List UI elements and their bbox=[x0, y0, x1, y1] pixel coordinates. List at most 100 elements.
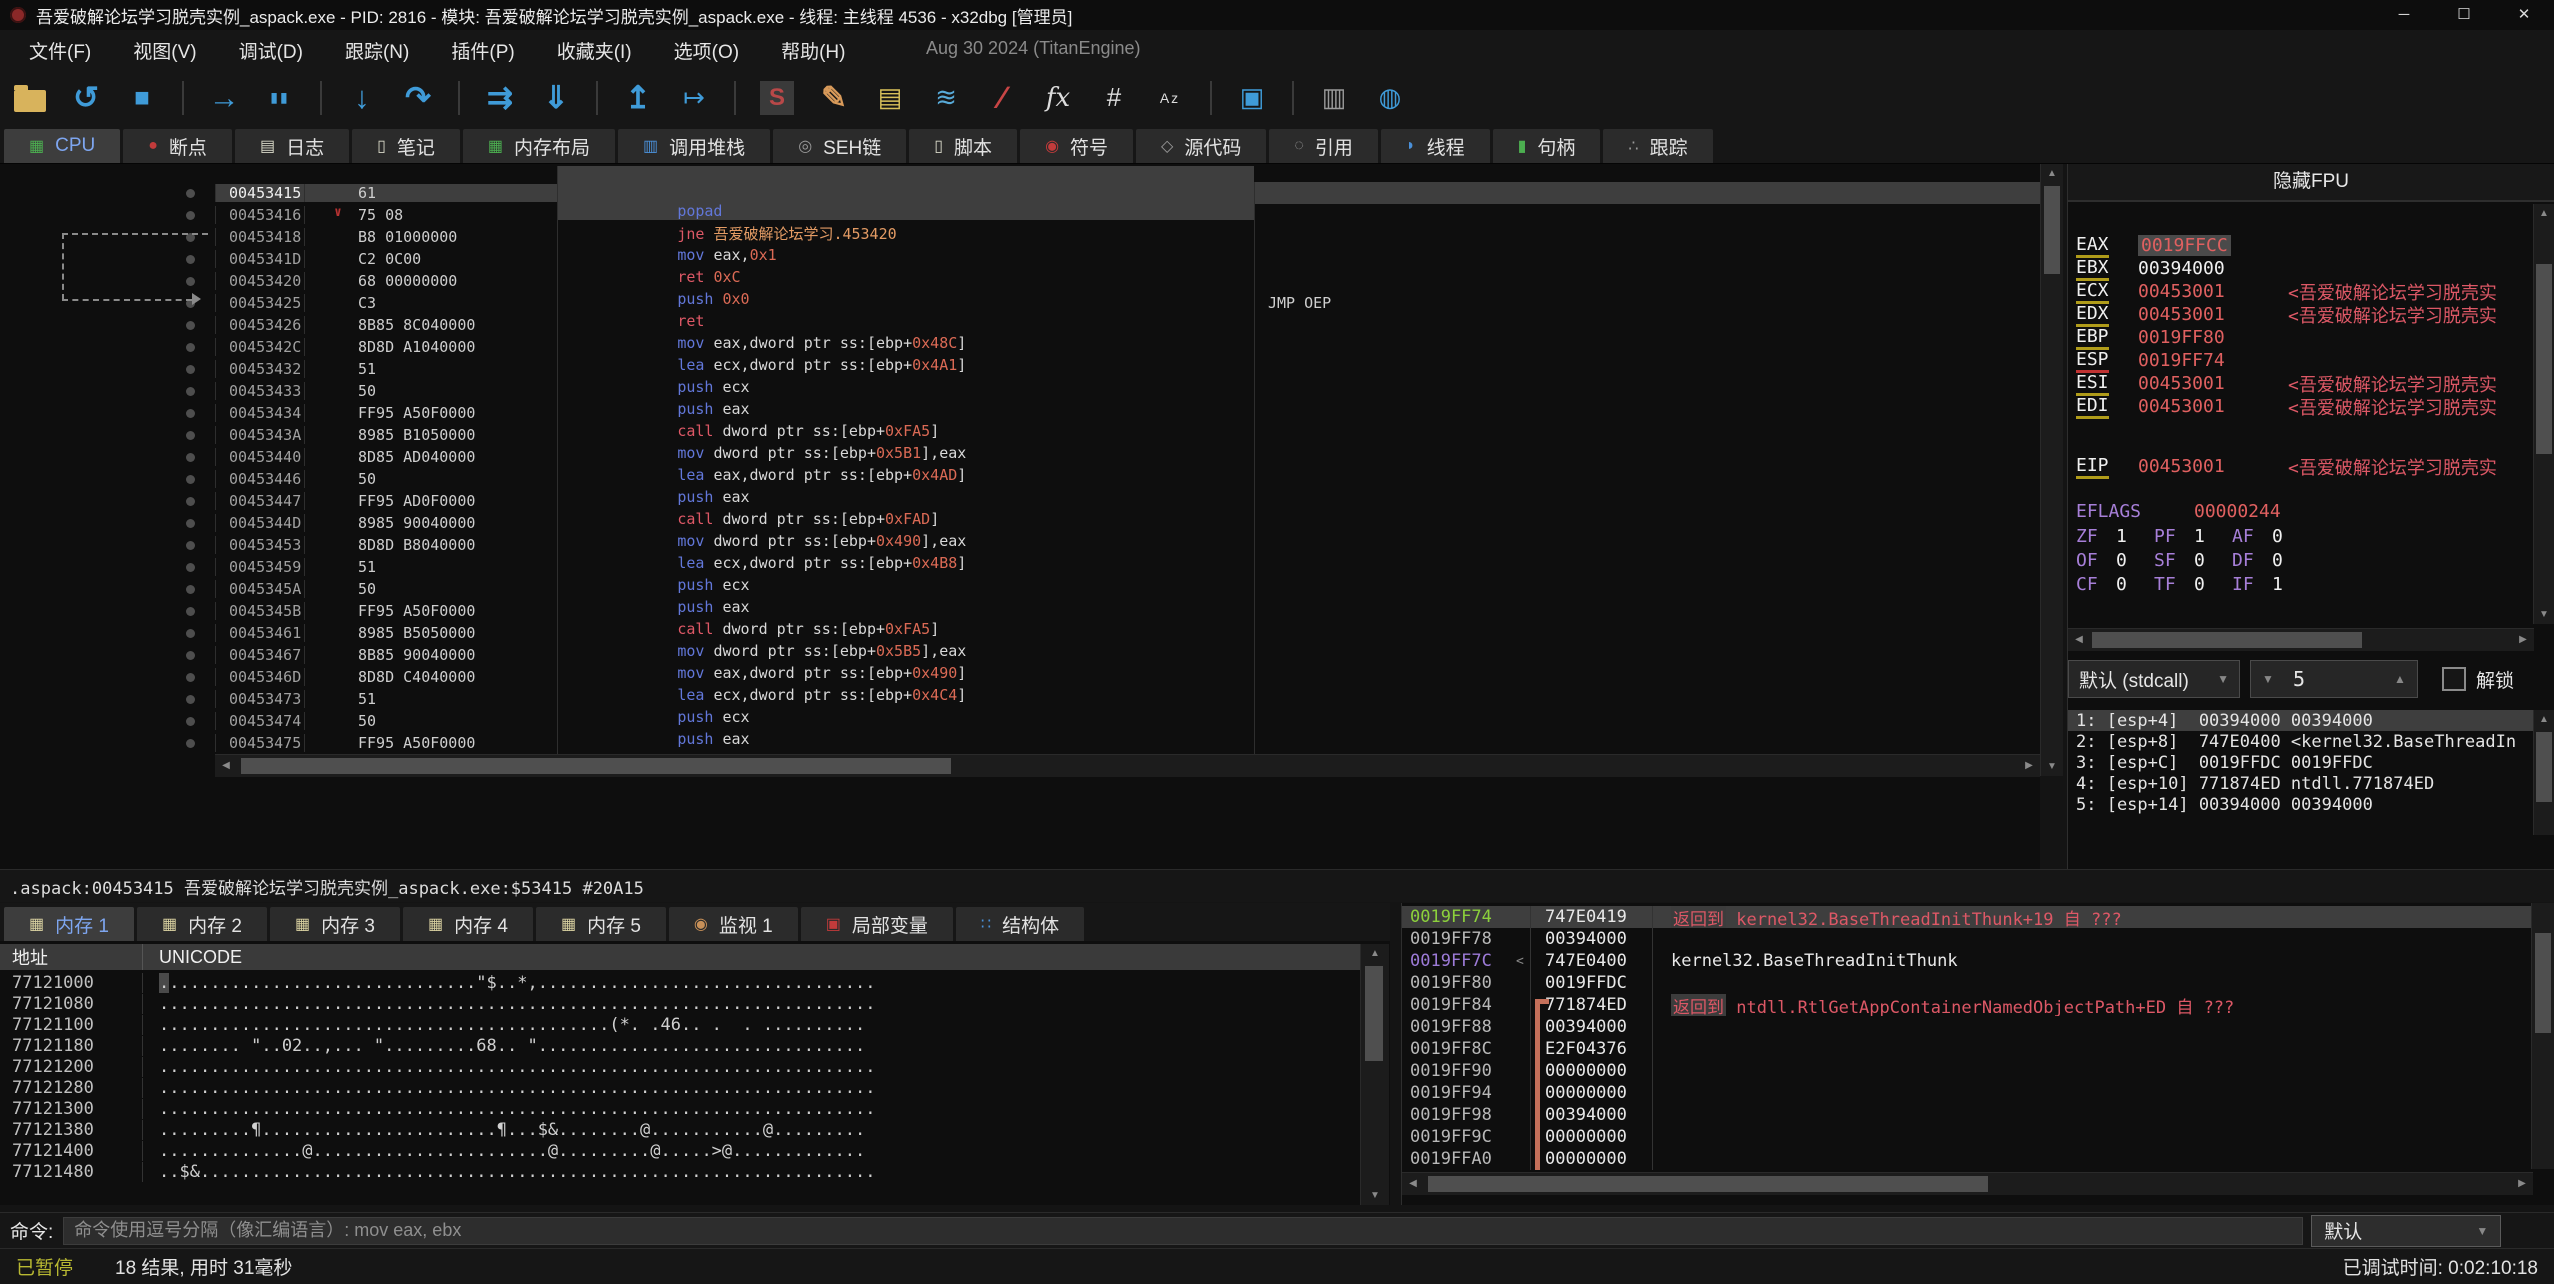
tab-dump-3[interactable]: ▦ 内存 3 bbox=[269, 907, 400, 941]
highlight-icon[interactable]: ∕ bbox=[986, 77, 1018, 119]
stack-row[interactable]: 0019FF78 00394000 bbox=[1402, 928, 2533, 950]
breakpoint-dot[interactable] bbox=[186, 365, 195, 374]
stack-row[interactable]: 0019FF94 00000000 bbox=[1402, 1082, 2533, 1104]
tab-dump-4[interactable]: ▦ 内存 4 bbox=[402, 907, 533, 941]
tab-seh[interactable]: ◎ SEH链 bbox=[773, 129, 907, 163]
breakpoint-dot[interactable] bbox=[186, 497, 195, 506]
separator[interactable] bbox=[734, 80, 736, 115]
scroll-up-icon[interactable]: ▲ bbox=[2041, 168, 2063, 179]
breakpoint-dot[interactable] bbox=[186, 519, 195, 528]
execute-till-return-icon[interactable]: ↥ bbox=[622, 77, 654, 119]
menu-view[interactable]: 视图(V) bbox=[112, 37, 217, 64]
argument-row[interactable]: 1: [esp+4] 00394000 00394000 bbox=[2068, 710, 2533, 731]
memory-row[interactable]: 77121300 ...............................… bbox=[0, 1098, 1360, 1119]
scroll-thumb[interactable] bbox=[241, 758, 951, 774]
restart-icon[interactable]: ↺ bbox=[70, 77, 102, 119]
argument-row[interactable]: 2: [esp+8] 747E0400 <kernel32.BaseThread… bbox=[2068, 731, 2533, 752]
register-row[interactable]: EBX 00394000 bbox=[2068, 257, 2528, 281]
breakpoint-dot[interactable] bbox=[186, 189, 195, 198]
args-vscrollbar[interactable]: ▲ bbox=[2533, 710, 2554, 835]
breakpoint-dot[interactable] bbox=[186, 717, 195, 726]
spin-down-icon[interactable]: ▼ bbox=[2251, 672, 2285, 686]
stack-row[interactable]: 0019FF98 00394000 bbox=[1402, 1104, 2533, 1126]
stack-hscrollbar[interactable]: ◀ ▶ bbox=[1402, 1172, 2533, 1195]
breakpoint-dot[interactable] bbox=[186, 277, 195, 286]
menu-file[interactable]: 文件(F) bbox=[8, 37, 112, 64]
breakpoint-dot[interactable] bbox=[186, 409, 195, 418]
scroll-down-icon[interactable]: ▼ bbox=[1361, 1190, 1389, 1201]
scroll-right-icon[interactable]: ▶ bbox=[2018, 755, 2040, 777]
scroll-down-icon[interactable]: ▼ bbox=[2534, 609, 2554, 620]
breakpoint-dot[interactable] bbox=[186, 739, 195, 748]
run-icon[interactable]: → bbox=[208, 77, 240, 119]
tab-script[interactable]: ▯ 脚本 bbox=[909, 129, 1018, 163]
argument-row[interactable]: 5: [esp+14] 00394000 00394000 bbox=[2068, 794, 2533, 815]
separator[interactable] bbox=[320, 80, 322, 115]
scroll-thumb[interactable] bbox=[2535, 933, 2551, 1033]
comment-icon[interactable]: ▤ bbox=[874, 77, 906, 119]
memory-row[interactable]: 77121180 ........ "..02..,... ".........… bbox=[0, 1035, 1360, 1056]
tab-log[interactable]: ▤ 日志 bbox=[234, 129, 350, 163]
register-row[interactable]: ECX 00453001 <吾爱破解论坛学习脱壳实 bbox=[2068, 280, 2528, 304]
open-file-icon[interactable] bbox=[14, 84, 46, 112]
stack-row[interactable]: 0019FF88 00394000 bbox=[1402, 1016, 2533, 1038]
text-size-icon[interactable]: Az bbox=[1154, 77, 1186, 119]
breakpoint-dot[interactable] bbox=[186, 211, 195, 220]
memory-columns-icon[interactable]: ▥ bbox=[1318, 77, 1350, 119]
breakpoint-dot[interactable] bbox=[186, 255, 195, 264]
calling-convention-select[interactable]: 默认 (stdcall) ▼ bbox=[2068, 660, 2240, 698]
memory-row[interactable]: 77121080 ...............................… bbox=[0, 993, 1360, 1014]
register-row[interactable]: ESP 0019FF74 bbox=[2068, 349, 2528, 373]
pause-icon[interactable]: ▮▮ bbox=[264, 77, 296, 119]
menu-options[interactable]: 选项(O) bbox=[653, 37, 760, 64]
breakpoint-dot[interactable] bbox=[186, 321, 195, 330]
unicode-column-header[interactable]: UNICODE bbox=[142, 944, 1360, 970]
tab-memory-map[interactable]: ▦ 内存布局 bbox=[462, 129, 616, 163]
argument-row[interactable]: 4: [esp+10] 771874ED ntdll.771874ED bbox=[2068, 773, 2533, 794]
tab-call-stack[interactable]: ▥ 调用堆栈 bbox=[618, 129, 771, 163]
tab-source[interactable]: ◇ 源代码 bbox=[1136, 129, 1267, 163]
assemble-icon[interactable]: ✎ bbox=[818, 77, 850, 119]
stack-row[interactable]: 0019FF74 747E0419 返回到 kernel32.BaseThrea… bbox=[1402, 906, 2533, 928]
separator[interactable] bbox=[596, 80, 598, 115]
address-column-header[interactable]: 地址 bbox=[0, 944, 142, 970]
scroll-down-icon[interactable]: ▼ bbox=[2041, 761, 2063, 772]
stack-row[interactable]: 0019FF8C E2F04376 bbox=[1402, 1038, 2533, 1060]
menu-favourites[interactable]: 收藏夹(I) bbox=[536, 37, 653, 64]
scroll-thumb[interactable] bbox=[2536, 732, 2552, 802]
breakpoint-dot[interactable] bbox=[186, 585, 195, 594]
tab-cpu[interactable]: ▦ CPU bbox=[4, 129, 121, 163]
stack-row[interactable]: 0019FF84 771874ED 返回到 ntdll.RtlGetAppCon… bbox=[1402, 994, 2533, 1016]
memory-row[interactable]: 77121100 ...............................… bbox=[0, 1014, 1360, 1035]
separator[interactable] bbox=[1292, 80, 1294, 115]
scroll-left-icon[interactable]: ◀ bbox=[215, 755, 237, 777]
maximize-button[interactable]: ☐ bbox=[2434, 0, 2494, 30]
memory-vscrollbar[interactable]: ▲ ▼ bbox=[1360, 944, 1389, 1205]
menu-trace[interactable]: 跟踪(N) bbox=[324, 37, 430, 64]
breakpoint-dot[interactable] bbox=[186, 541, 195, 550]
stack-vscrollbar[interactable] bbox=[2531, 903, 2554, 1169]
arg-depth-spinner[interactable]: ▼ 5 ▲ bbox=[2250, 660, 2418, 698]
scroll-up-icon[interactable]: ▲ bbox=[1361, 948, 1389, 959]
step-over-icon[interactable]: ↷ bbox=[402, 77, 434, 119]
eip-row[interactable]: EIP 00453001 <吾爱破解论坛学习脱壳实 bbox=[2068, 455, 2536, 479]
stack-row[interactable]: 0019FF90 00000000 bbox=[1402, 1060, 2533, 1082]
scroll-thumb[interactable] bbox=[1365, 966, 1383, 1061]
memory-row[interactable]: 77121400 ..............@................… bbox=[0, 1140, 1360, 1161]
registers-hscrollbar[interactable]: ◀ ▶ bbox=[2068, 628, 2534, 651]
tab-dump-1[interactable]: ▦ 内存 1 bbox=[4, 907, 134, 941]
breakpoint-dot[interactable] bbox=[186, 695, 195, 704]
register-row[interactable]: EDI 00453001 <吾爱破解论坛学习脱壳实 bbox=[2068, 395, 2528, 419]
settings-icon[interactable]: ▣ bbox=[1236, 77, 1268, 119]
run-to-user-code-icon[interactable]: ↦ bbox=[678, 77, 710, 119]
trace-into-icon[interactable]: ⇉ bbox=[484, 77, 516, 119]
script-s-icon[interactable]: S bbox=[760, 80, 794, 115]
scroll-up-icon[interactable]: ▲ bbox=[2534, 714, 2554, 725]
tab-references[interactable]: ◌ 引用 bbox=[1269, 129, 1378, 163]
disasm-hscrollbar[interactable]: ◀ ▶ bbox=[215, 754, 2040, 777]
breakpoint-dot[interactable] bbox=[186, 475, 195, 484]
separator[interactable] bbox=[458, 80, 460, 115]
profile-select[interactable]: 默认 ▼ bbox=[2311, 1214, 2502, 1247]
breakpoint-dot[interactable] bbox=[186, 673, 195, 682]
breakpoint-dot[interactable] bbox=[186, 431, 195, 440]
